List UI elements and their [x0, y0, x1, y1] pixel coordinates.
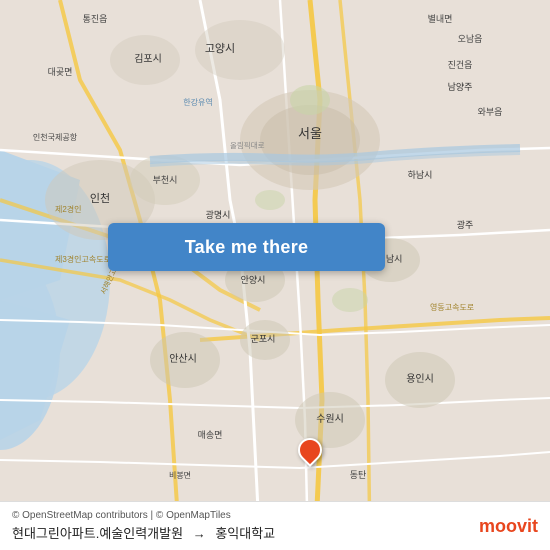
svg-text:한강유역: 한강유역 [183, 97, 212, 107]
svg-text:영동고속도로: 영동고속도로 [430, 302, 474, 312]
svg-text:군포시: 군포시 [251, 334, 276, 344]
route-from: 현대그린아파트.예술인력개발원 [12, 526, 183, 541]
footer-bar: © OpenStreetMap contributors | © OpenMap… [0, 501, 550, 550]
svg-text:제3경인고속도로: 제3경인고속도로 [55, 254, 111, 264]
svg-text:동탄: 동탄 [350, 470, 367, 480]
svg-text:별내면: 별내면 [428, 14, 453, 24]
svg-text:수원시: 수원시 [316, 413, 344, 425]
svg-text:제2경인: 제2경인 [55, 204, 82, 214]
svg-text:고양시: 고양시 [205, 42, 235, 55]
svg-text:용인시: 용인시 [406, 373, 434, 385]
svg-text:서울: 서울 [298, 126, 322, 141]
svg-text:매송면: 매송면 [198, 430, 223, 440]
svg-text:인천: 인천 [90, 191, 110, 205]
moovit-logo: moovit [479, 516, 538, 537]
svg-text:통진읍: 통진읍 [83, 14, 108, 24]
svg-text:진건읍: 진건읍 [448, 60, 473, 70]
svg-text:안양시: 안양시 [241, 275, 266, 285]
svg-text:안산시: 안산시 [169, 353, 197, 365]
svg-text:올림픽대로: 올림픽대로 [230, 140, 265, 150]
map-background: 고양시 서울 인천 부천시 김포시 통진읍 대곶면 별내면 오남읍 진건읍 남양… [0, 0, 550, 550]
svg-text:와부읍: 와부읍 [478, 106, 503, 117]
footer-left: © OpenStreetMap contributors | © OpenMap… [12, 510, 275, 542]
svg-text:남양주: 남양주 [448, 82, 473, 92]
svg-text:부천시: 부천시 [153, 175, 178, 185]
destination-pin [298, 438, 322, 468]
svg-text:하남시: 하남시 [408, 170, 433, 180]
route-separator: → [193, 526, 206, 541]
svg-text:광주: 광주 [457, 219, 474, 230]
take-me-there-button[interactable]: Take me there [108, 223, 385, 271]
svg-text:광명시: 광명시 [206, 209, 231, 220]
svg-text:인천국제공항: 인천국제공항 [33, 132, 78, 142]
route-to: 홍익대학교 [215, 526, 275, 541]
map-attribution: © OpenStreetMap contributors | © OpenMap… [12, 510, 275, 521]
svg-text:비봉면: 비봉면 [169, 470, 191, 480]
route-info: 현대그린아파트.예술인력개발원 → 홍익대학교 [12, 523, 275, 542]
map-container: 고양시 서울 인천 부천시 김포시 통진읍 대곶면 별내면 오남읍 진건읍 남양… [0, 0, 550, 550]
svg-text:오남읍: 오남읍 [458, 34, 483, 44]
svg-text:대곶면: 대곶면 [48, 67, 73, 77]
moovit-logo-text: moovit [479, 516, 538, 537]
svg-text:김포시: 김포시 [134, 53, 162, 65]
